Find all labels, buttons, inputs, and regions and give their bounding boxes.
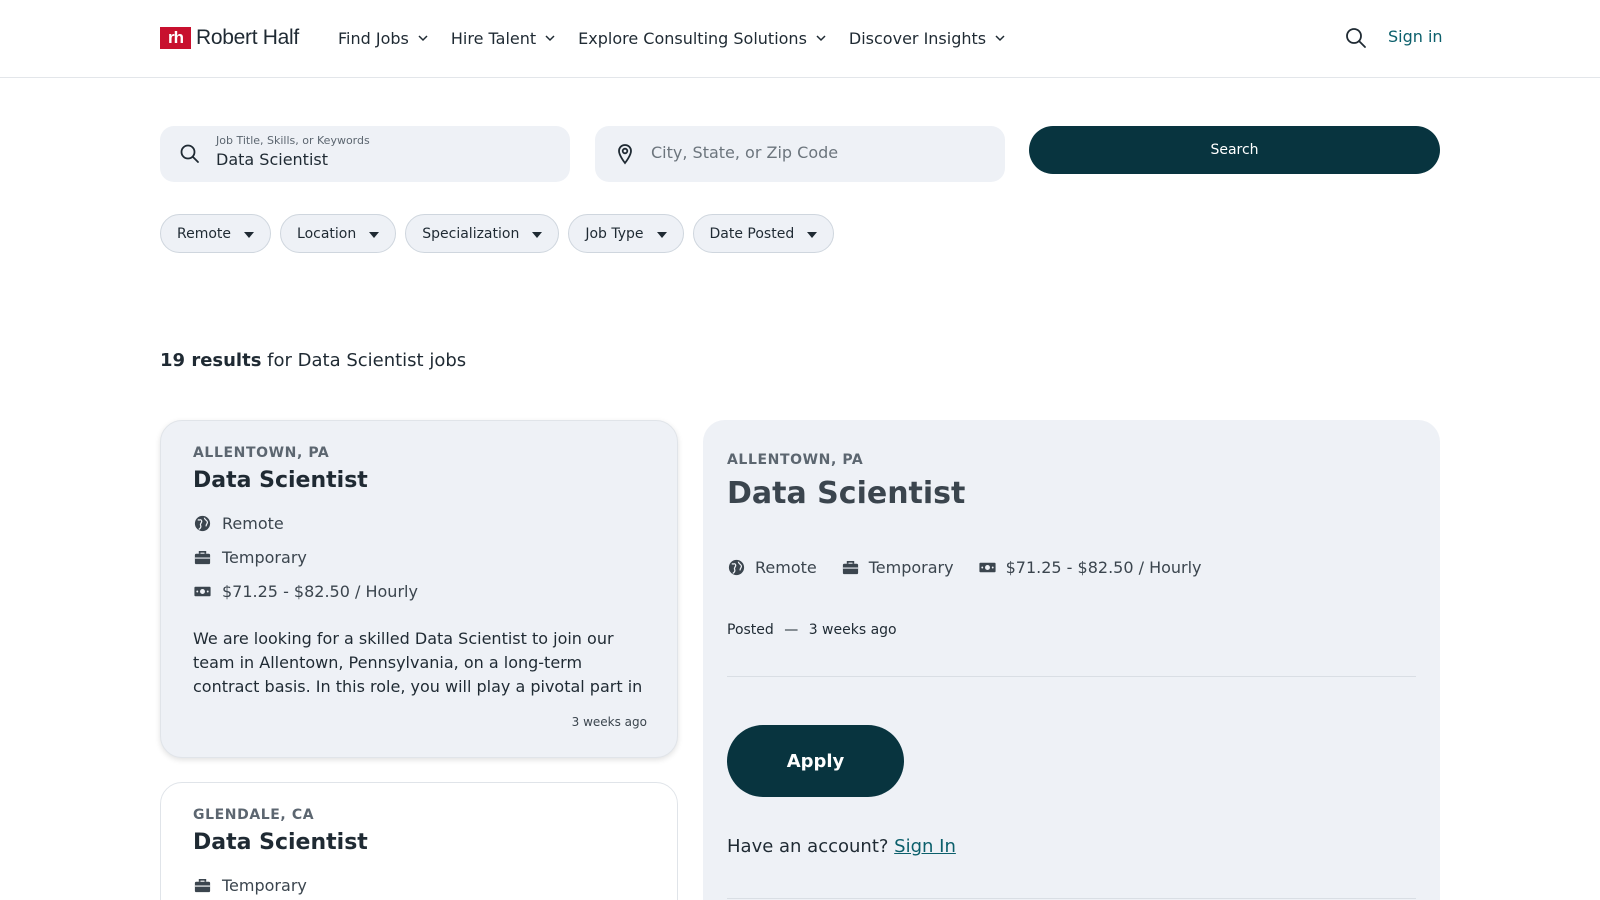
globe-icon [728,559,745,576]
briefcase-icon [842,560,858,575]
search-icon [180,144,199,163]
filter-label: Remote [177,225,232,242]
job-pay: $71.25 - $82.50 / Hourly [193,582,418,601]
nav-hire-talent[interactable]: Hire Talent [451,24,556,52]
job-title: Data Scientist [193,468,368,493]
posted-separator: — [784,622,799,638]
chevron-down-icon [545,35,555,42]
job-location: ALLENTOWN, PA [193,445,330,461]
nav-label: Discover Insights [848,28,987,48]
filter-label: Job Type [585,225,644,242]
detail-type-label: Temporary [868,558,954,577]
detail-pay: $71.25 - $82.50 / Hourly [978,558,1202,577]
posted-value: 3 weeks ago [808,622,897,638]
filter-location[interactable]: Location [280,214,397,253]
job-remote-label: Remote [222,514,284,533]
briefcase-icon [194,550,211,565]
detail-type: Temporary [841,558,954,577]
search-button[interactable]: Search [1029,126,1440,174]
job-card[interactable]: GLENDALE, CA Data Scientist Temporary [160,782,678,900]
nav-find-jobs[interactable]: Find Jobs [338,24,429,52]
main-nav: Find Jobs Hire Talent Explore Consulting… [338,24,1006,52]
nav-discover-insights[interactable]: Discover Insights [849,24,1006,52]
job-posted: 3 weeks ago [571,715,647,729]
results-number: 19 results [160,350,262,371]
job-type-label: Temporary [222,548,307,567]
logo-text: Robert Half [196,26,299,49]
detail-meta: Remote Temporary $71.25 - $82.50 / Hourl… [727,558,1202,577]
account-prompt: Have an account? Sign In [727,836,956,857]
location-field[interactable]: City, State, or Zip Code [595,126,1005,182]
apply-button[interactable]: Apply [727,725,904,797]
nav-label: Hire Talent [450,28,537,48]
detail-remote: Remote [727,558,817,577]
detail-sign-in-link[interactable]: Sign In [894,836,956,857]
filter-label: Location [297,225,357,242]
briefcase-icon [194,878,211,893]
caret-down-icon [656,232,667,238]
chevron-down-icon [418,35,428,42]
keyword-input[interactable]: Data Scientist [216,150,328,169]
location-input[interactable]: City, State, or Zip Code [651,143,838,162]
job-pay-label: $71.25 - $82.50 / Hourly [222,582,418,601]
caret-down-icon [807,232,818,238]
sign-in-link[interactable]: Sign in [1388,27,1443,46]
job-type: Temporary [193,548,307,567]
site-header: rh Robert Half Find Jobs Hire Talent Exp… [0,0,1600,78]
results-count: 19 results for Data Scientist jobs [160,350,466,371]
money-icon [194,586,211,597]
job-detail-panel: ALLENTOWN, PA Data Scientist Remote Temp… [703,420,1440,900]
job-description: We are looking for a skilled Data Scient… [193,629,643,696]
detail-posted: Posted — 3 weeks ago [727,622,897,638]
caret-down-icon [532,232,543,238]
search-icon[interactable] [1344,26,1368,50]
nav-label: Explore Consulting Solutions [578,28,807,48]
posted-label: Posted [727,622,774,638]
results-suffix: for Data Scientist jobs [261,350,467,371]
location-pin-icon [618,144,632,165]
job-type: Temporary [193,876,307,895]
robert-half-logo[interactable]: rh Robert Half [160,26,299,50]
divider [727,898,1416,899]
detail-pay-label: $71.25 - $82.50 / Hourly [1005,558,1202,577]
filter-remote[interactable]: Remote [160,214,272,253]
keyword-field-label: Job Title, Skills, or Keywords [216,134,370,147]
filter-specialization[interactable]: Specialization [405,214,560,253]
job-remote: Remote [193,514,284,533]
globe-icon [194,515,211,532]
filter-label: Date Posted [709,225,795,242]
detail-location: ALLENTOWN, PA [727,452,864,468]
money-icon [979,562,996,573]
filter-date-posted[interactable]: Date Posted [692,214,835,253]
logo-mark: rh [160,27,191,49]
job-title: Data Scientist [193,830,368,855]
filter-job-type[interactable]: Job Type [568,214,684,253]
chevron-down-icon [995,35,1005,42]
caret-down-icon [244,232,255,238]
keyword-field[interactable]: Job Title, Skills, or Keywords Data Scie… [160,126,570,182]
divider [727,676,1416,677]
detail-title: Data Scientist [727,476,966,511]
nav-label: Find Jobs [338,28,409,48]
job-type-label: Temporary [222,876,307,895]
detail-remote-label: Remote [755,558,817,577]
nav-explore-consulting[interactable]: Explore Consulting Solutions [578,24,827,52]
filter-label: Specialization [422,225,520,242]
job-location: GLENDALE, CA [193,807,315,823]
filter-bar: Remote Location Specialization Job Type … [160,214,835,253]
chevron-down-icon [816,35,826,42]
account-prompt-text: Have an account? [727,836,889,857]
caret-down-icon [369,232,380,238]
job-card[interactable]: ALLENTOWN, PA Data Scientist Remote Temp… [160,420,678,758]
